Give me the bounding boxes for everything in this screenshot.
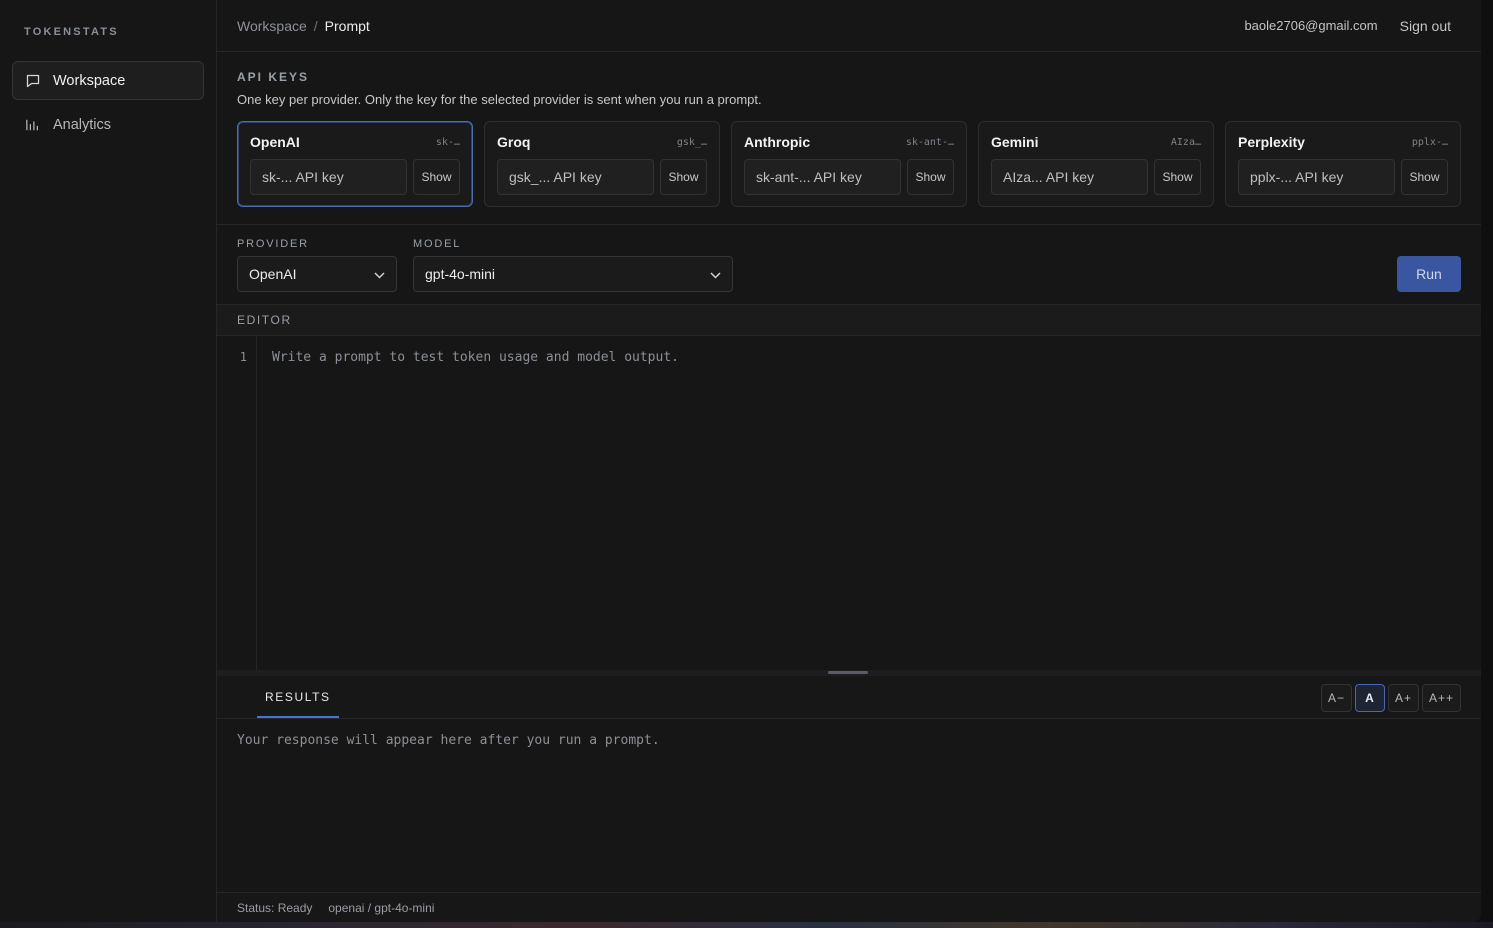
sidebar-item-label: Analytics [53, 116, 112, 133]
key-card-gemini[interactable]: Gemini AIza… Show [978, 121, 1214, 207]
provider-name: Groq [497, 134, 531, 150]
model-select[interactable]: gpt-4o-mini [413, 256, 733, 292]
brand-logo: TOKENSTATS [24, 26, 119, 38]
key-card-openai[interactable]: OpenAI sk-… Show [237, 121, 473, 207]
sidebar-item-analytics[interactable]: Analytics [12, 105, 204, 144]
run-controls: PROVIDER OpenAI MODEL gpt-4o-mini Run [217, 225, 1481, 305]
chevron-down-icon [710, 266, 721, 282]
breadcrumb-workspace[interactable]: Workspace [237, 18, 307, 34]
run-button[interactable]: Run [1397, 256, 1461, 292]
font-default-button[interactable]: A [1354, 684, 1385, 712]
gemini-key-input[interactable] [991, 159, 1148, 195]
status-text: Status: Ready [237, 900, 313, 915]
key-card-groq[interactable]: Groq gsk_… Show [484, 121, 720, 207]
key-prefix: sk-ant-… [905, 136, 954, 148]
api-keys-description: One key per provider. Only the key for t… [237, 92, 762, 107]
chevron-down-icon [374, 266, 385, 282]
groq-key-input[interactable] [497, 159, 654, 195]
show-key-button[interactable]: Show [1154, 159, 1201, 195]
api-keys-title: API KEYS [237, 70, 310, 84]
provider-label: PROVIDER [237, 238, 309, 250]
resize-handle[interactable] [217, 670, 1481, 676]
results-placeholder: Your response will appear here after you… [237, 733, 660, 748]
status-model: openai / gpt-4o-mini [328, 900, 435, 915]
prompt-editor[interactable]: 1 Write a prompt to test token usage and… [217, 336, 1481, 670]
api-keys-section: API KEYS One key per provider. Only the … [217, 52, 1481, 225]
provider-name: Anthropic [744, 134, 811, 150]
provider-select[interactable]: OpenAI [237, 256, 397, 292]
openai-key-input[interactable] [250, 159, 407, 195]
drag-grip-icon[interactable] [828, 671, 868, 674]
perplexity-key-input[interactable] [1238, 159, 1395, 195]
sign-out-button[interactable]: Sign out [1400, 18, 1451, 34]
breadcrumb-separator: / [313, 17, 318, 34]
bar-chart-icon [26, 118, 40, 132]
key-card-perplexity[interactable]: Perplexity pplx-… Show [1225, 121, 1461, 207]
show-key-button[interactable]: Show [660, 159, 707, 195]
key-card-anthropic[interactable]: Anthropic sk-ant-… Show [731, 121, 967, 207]
results-header: RESULTS A− A A+ A++ [217, 676, 1481, 719]
anthropic-key-input[interactable] [744, 159, 901, 195]
line-number: 1 [217, 336, 257, 670]
provider-name: OpenAI [250, 134, 300, 150]
sidebar: TOKENSTATS Workspace Analytics [0, 0, 217, 922]
provider-name: Gemini [991, 134, 1039, 150]
provider-value: OpenAI [249, 266, 297, 282]
show-key-button[interactable]: Show [413, 159, 460, 195]
show-key-button[interactable]: Show [907, 159, 954, 195]
editor-placeholder[interactable]: Write a prompt to test token usage and m… [257, 336, 679, 670]
font-max-button[interactable]: A++ [1421, 684, 1461, 712]
sidebar-item-workspace[interactable]: Workspace [12, 61, 204, 100]
desktop-wallpaper-strip [0, 922, 1493, 928]
key-prefix: gsk_… [676, 136, 707, 148]
desktop-edge [1481, 0, 1493, 922]
provider-name: Perplexity [1238, 134, 1305, 150]
main-panel: Workspace / Prompt baole2706@gmail.com S… [217, 0, 1481, 922]
key-prefix: pplx-… [1411, 136, 1448, 148]
app-window: TOKENSTATS Workspace Analytics Workspace… [0, 0, 1481, 922]
key-prefix: AIza… [1170, 136, 1201, 148]
tab-results[interactable]: RESULTS [257, 690, 339, 718]
top-bar: Workspace / Prompt baole2706@gmail.com S… [217, 0, 1481, 52]
status-bar: Status: Ready openai / gpt-4o-mini [217, 892, 1481, 922]
api-key-cards: OpenAI sk-… Show Groq gsk_… Sh [237, 121, 1461, 207]
user-email: baole2706@gmail.com [1244, 18, 1378, 33]
sidebar-item-label: Workspace [53, 72, 126, 89]
breadcrumb-current: Prompt [324, 17, 370, 34]
key-prefix: sk-… [435, 136, 460, 148]
model-label: MODEL [413, 238, 462, 250]
show-key-button[interactable]: Show [1401, 159, 1448, 195]
font-increase-button[interactable]: A+ [1387, 684, 1419, 712]
chat-icon [26, 74, 40, 88]
model-value: gpt-4o-mini [425, 266, 496, 282]
font-decrease-button[interactable]: A− [1320, 684, 1352, 712]
font-size-controls: A− A A+ A++ [1320, 684, 1461, 712]
editor-header: EDITOR [217, 305, 1481, 336]
results-output: Your response will appear here after you… [217, 719, 1481, 892]
